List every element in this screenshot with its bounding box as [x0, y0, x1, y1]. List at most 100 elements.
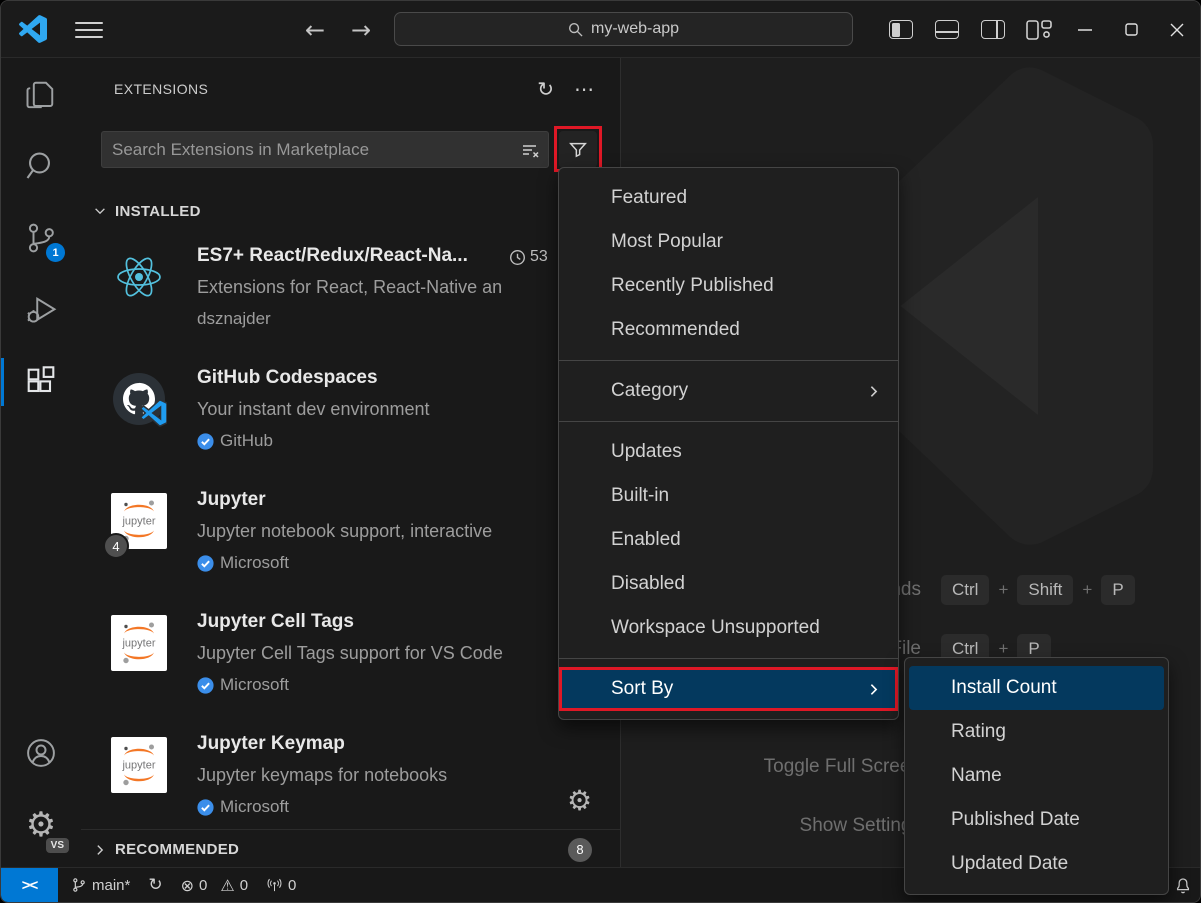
submenu-item-updated-date[interactable]: Updated Date	[905, 842, 1168, 886]
error-count: 0	[199, 877, 207, 894]
recommended-section-header[interactable]: RECOMMENDED 8	[81, 829, 620, 867]
menu-item-built-in[interactable]: Built-in	[559, 474, 898, 518]
recommended-count-badge: 8	[568, 838, 592, 862]
submenu-item-install-count[interactable]: Install Count	[909, 666, 1164, 710]
activity-run-debug[interactable]	[1, 274, 81, 346]
remote-indicator-button[interactable]: ><	[1, 868, 58, 902]
menu-item-disabled[interactable]: Disabled	[559, 562, 898, 606]
extension-description: Jupyter keymaps for notebooks	[197, 765, 447, 786]
ports-item[interactable]: 0	[266, 877, 296, 894]
installed-section-header[interactable]: INSTALLED	[81, 197, 620, 225]
svg-text:jupyter: jupyter	[121, 638, 155, 650]
sync-changes-button[interactable]: ↻	[148, 875, 162, 895]
extension-row-es7-react[interactable]: ES7+ React/Redux/React-Na... 53 Extensio…	[81, 237, 620, 359]
menu-item-featured[interactable]: Featured	[559, 176, 898, 220]
submenu-item-published-date[interactable]: Published Date	[905, 798, 1168, 842]
scm-pending-badge: 1	[46, 243, 65, 262]
navigate-forward-button[interactable]: →	[343, 1, 379, 58]
extensions-icon	[23, 364, 59, 400]
clear-search-icon[interactable]	[520, 140, 540, 160]
extension-row-jupyter-keymap[interactable]: jupyter Jupyter Keymap Jupyter keymaps f…	[81, 725, 620, 829]
title-bar: ← → my-web-app	[1, 1, 1200, 58]
chevron-right-icon	[93, 843, 107, 857]
radio-tower-icon	[266, 877, 283, 894]
git-branch-item[interactable]: main*	[71, 877, 130, 894]
ports-count: 0	[288, 877, 296, 894]
verified-publisher-icon	[197, 677, 214, 694]
extension-row-github-codespaces[interactable]: GitHub Codespaces Your instant dev envir…	[81, 359, 620, 481]
more-actions-icon[interactable]: ⋯	[574, 79, 594, 99]
extension-row-jupyter-cell-tags[interactable]: jupyter Jupyter Cell Tags Jupyter Cell T…	[81, 603, 620, 725]
publisher-name: GitHub	[220, 431, 273, 451]
toggle-secondary-sidebar-button[interactable]	[970, 1, 1016, 58]
notifications-bell-icon[interactable]	[1173, 875, 1193, 895]
menu-separator	[559, 421, 898, 422]
menu-item-updates[interactable]: Updates	[559, 430, 898, 474]
sync-icon: ↻	[148, 875, 162, 895]
github-codespaces-icon	[111, 371, 167, 427]
submenu-item-name[interactable]: Name	[905, 754, 1168, 798]
activity-settings[interactable]: ⚙ VS	[1, 789, 81, 861]
extension-manage-gear-icon[interactable]: ⚙	[567, 787, 592, 815]
activity-account[interactable]	[1, 717, 81, 789]
problems-item[interactable]: ⊗ 0 ⚠ 0	[181, 876, 248, 895]
minimize-icon	[1078, 29, 1092, 31]
menu-item-workspace-unsupported[interactable]: Workspace Unsupported	[559, 606, 898, 650]
refresh-icon[interactable]: ↻	[537, 79, 554, 99]
extension-publisher: dsznajder	[197, 309, 271, 329]
menu-item-sort-by[interactable]: Sort By	[559, 667, 898, 711]
extension-publisher: Microsoft	[197, 797, 289, 817]
extension-row-jupyter[interactable]: jupyter 4 Jupyter Jupyter notebook suppo…	[81, 481, 620, 603]
customize-layout-button[interactable]	[1016, 1, 1062, 58]
vscode-window: ← → my-web-app	[0, 0, 1201, 903]
toggle-sidebar-button[interactable]	[878, 1, 924, 58]
extension-name: Jupyter Keymap	[197, 733, 345, 755]
extension-name: ES7+ React/Redux/React-Na...	[197, 245, 468, 267]
status-bar-items: main* ↻ ⊗ 0 ⚠ 0 0	[71, 868, 296, 902]
command-center-search[interactable]: my-web-app	[394, 12, 853, 46]
sort-by-submenu: Install Count Rating Name Published Date…	[904, 657, 1169, 895]
warning-icon: ⚠	[220, 876, 234, 895]
activity-source-control[interactable]: 1	[1, 202, 81, 274]
plus-sign: +	[998, 580, 1008, 600]
menu-hamburger-icon[interactable]	[75, 22, 103, 38]
navigate-back-button[interactable]: ←	[297, 1, 333, 58]
extension-publisher: GitHub	[197, 431, 273, 451]
filter-button[interactable]	[559, 131, 597, 168]
extension-publisher: Microsoft	[197, 675, 289, 695]
remote-icon: ><	[22, 877, 38, 894]
toggle-panel-button[interactable]	[924, 1, 970, 58]
error-icon: ⊗	[181, 876, 194, 895]
menu-item-recommended[interactable]: Recommended	[559, 308, 898, 352]
customize-layout-icon	[1026, 20, 1052, 40]
vscode-logo-icon	[19, 15, 47, 43]
menu-separator	[559, 360, 898, 361]
account-icon	[23, 735, 59, 771]
extension-activation-meta: 53	[509, 248, 548, 266]
extension-description: Your instant dev environment	[197, 399, 429, 420]
extensions-search-input[interactable]	[102, 140, 520, 160]
extensions-filter-menu: Featured Most Popular Recently Published…	[558, 167, 899, 720]
activation-time: 53	[530, 248, 548, 266]
titlebar-controls	[878, 1, 1200, 58]
menu-separator	[559, 658, 898, 659]
activity-search[interactable]	[1, 130, 81, 202]
extension-count-badge: 4	[103, 533, 129, 559]
close-icon	[1170, 23, 1184, 37]
react-logo-icon	[111, 249, 167, 305]
menu-item-enabled[interactable]: Enabled	[559, 518, 898, 562]
minimize-button[interactable]	[1062, 1, 1108, 58]
activity-extensions[interactable]	[1, 346, 81, 418]
installed-extensions-list: ES7+ React/Redux/React-Na... 53 Extensio…	[81, 237, 620, 829]
close-button[interactable]	[1154, 1, 1200, 58]
menu-item-category[interactable]: Category	[559, 369, 898, 413]
shortcut-row-toggle-full-screen: Toggle Full Screen	[621, 751, 921, 783]
maximize-button[interactable]	[1108, 1, 1154, 58]
gear-icon: ⚙	[26, 808, 56, 842]
jupyter-logo-icon: jupyter	[111, 737, 167, 793]
activity-explorer[interactable]	[1, 58, 81, 130]
menu-item-most-popular[interactable]: Most Popular	[559, 220, 898, 264]
menu-item-recently-published[interactable]: Recently Published	[559, 264, 898, 308]
submenu-item-rating[interactable]: Rating	[905, 710, 1168, 754]
verified-publisher-icon	[197, 555, 214, 572]
